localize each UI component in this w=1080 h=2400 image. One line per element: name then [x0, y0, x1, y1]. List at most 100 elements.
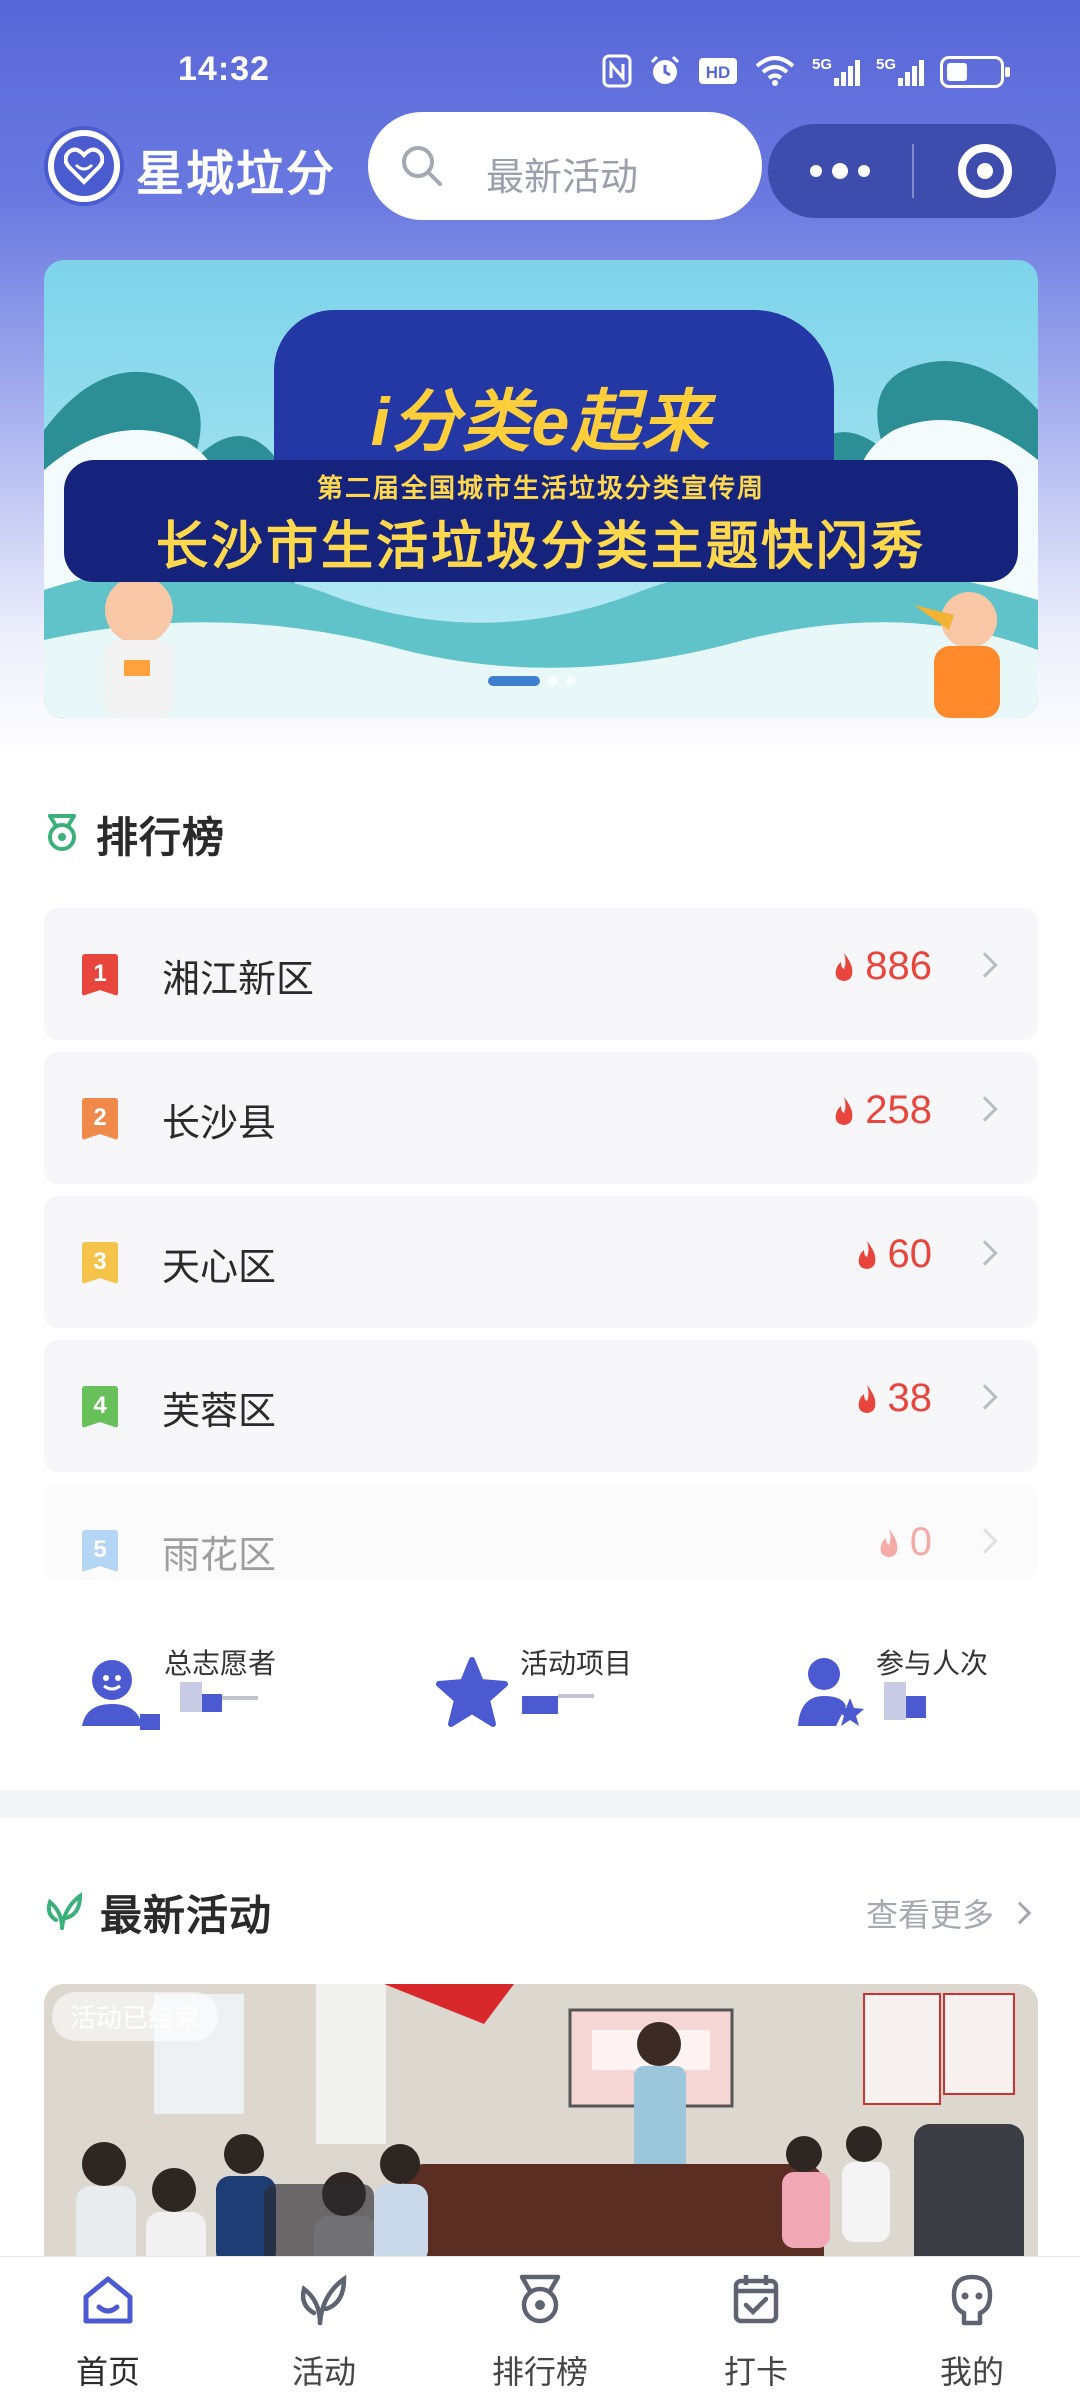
- flame-icon: [835, 1096, 853, 1125]
- rank-district-name: 天心区: [162, 1247, 277, 1289]
- search-icon: [398, 142, 446, 195]
- latest-section-header: 最新活动: [44, 1882, 272, 1942]
- tab-checkin-label: 打卡: [723, 2354, 788, 2390]
- tab-activity[interactable]: 活动: [216, 2257, 432, 2400]
- tab-profile[interactable]: 我的: [864, 2257, 1080, 2400]
- carousel-dot-active[interactable]: [488, 676, 540, 686]
- rank-score: 60: [854, 1232, 933, 1277]
- rank-score: 258: [831, 1088, 932, 1133]
- wifi-icon: [754, 54, 796, 90]
- rank-score: 38: [854, 1376, 932, 1421]
- stat-volunteers: 总志愿者: [80, 1632, 340, 1752]
- app-header: 星城垃分 最新活动: [0, 108, 1080, 224]
- rank-badge: 1: [82, 954, 118, 996]
- tab-profile-label: 我的: [939, 2354, 1004, 2390]
- app-title: 星城垃分: [136, 148, 337, 201]
- calendar-check-icon: [728, 2271, 784, 2332]
- medal-icon: [44, 812, 80, 857]
- volunteer-icon: [80, 1654, 162, 1739]
- carousel-indicator: [488, 676, 576, 686]
- banner-carousel[interactable]: i分类e起来 第二届全国城市生活垃圾分类宣传周 长沙市生活垃圾分类主题快闪秀: [44, 260, 1038, 718]
- banner-slogan: i分类e起来: [370, 384, 712, 460]
- stat-participants-value-redacted: [884, 1682, 926, 1720]
- stat-participants: 参与人次: [796, 1632, 1056, 1752]
- search-input[interactable]: 最新活动: [368, 112, 762, 220]
- ranking-section-header: 排行榜: [44, 804, 225, 864]
- chevron-right-icon: [972, 952, 998, 978]
- alarm-icon: [648, 54, 682, 90]
- banner-title: 长沙市生活垃圾分类主题快闪秀: [155, 518, 926, 576]
- rank-badge: 2: [82, 1098, 118, 1140]
- stat-volunteers-value-redacted: [180, 1682, 258, 1718]
- tab-home-label: 首页: [75, 2354, 140, 2390]
- status-icons: HD 5G 5G: [602, 52, 1010, 92]
- sprout-icon: [296, 2271, 352, 2332]
- stat-projects-label: 活动项目: [520, 1648, 633, 1679]
- close-button[interactable]: [914, 124, 1056, 218]
- signal-5g-icon: 5G: [876, 54, 924, 90]
- latest-title: 最新活动: [100, 1891, 273, 1939]
- heart-icon: [54, 136, 114, 196]
- stat-volunteers-label: 总志愿者: [164, 1648, 277, 1679]
- star-icon: [436, 1656, 508, 1733]
- rank-score: 0: [876, 1520, 932, 1565]
- network-type-2: 5G: [876, 56, 896, 73]
- chevron-right-icon: [972, 1096, 998, 1122]
- more-dot-icon: [810, 165, 822, 177]
- view-more-label: 查看更多: [865, 1897, 994, 1933]
- tab-home[interactable]: 首页: [0, 2257, 216, 2400]
- rank-badge: 5: [82, 1530, 118, 1572]
- rank-badge: 3: [82, 1242, 118, 1284]
- tab-ranking-label: 排行榜: [491, 2354, 588, 2390]
- ranking-row[interactable]: 3 天心区 60: [44, 1196, 1038, 1328]
- tab-checkin[interactable]: 打卡: [648, 2257, 864, 2400]
- rank-score-value: 886: [865, 944, 932, 988]
- chevron-right-icon: [972, 1528, 998, 1554]
- nfc-icon: [602, 54, 632, 90]
- stat-projects: 活动项目: [436, 1632, 696, 1752]
- sprout-icon: [44, 1890, 84, 1935]
- chevron-right-icon: [972, 1240, 998, 1266]
- home-icon: [80, 2271, 136, 2332]
- status-bar: 14:32 HD 5G 5G: [0, 40, 1080, 104]
- ranking-row[interactable]: 4 芙蓉区 38: [44, 1340, 1038, 1472]
- stat-projects-value-redacted: [522, 1682, 594, 1718]
- ranking-title: 排行榜: [96, 813, 226, 861]
- rank-score-value: 258: [865, 1088, 932, 1132]
- section-divider: [0, 1790, 1080, 1818]
- app-logo: [44, 126, 124, 206]
- tab-ranking[interactable]: 排行榜: [432, 2257, 648, 2400]
- target-icon: [958, 144, 1012, 198]
- battery-icon: [940, 56, 1010, 88]
- network-type-1: 5G: [812, 56, 832, 73]
- medal-icon: [512, 2271, 568, 2332]
- rank-district-name: 长沙县: [162, 1103, 277, 1145]
- rank-score-value: 0: [909, 1520, 932, 1564]
- carousel-dot[interactable]: [548, 676, 558, 686]
- ranking-row[interactable]: 1 湘江新区 886: [44, 908, 1038, 1040]
- hd-text: HD: [706, 63, 731, 82]
- app-page: 14:32 HD 5G 5G 星城垃分 最新活动 i分类e起来 第二届全国城市生…: [0, 0, 1080, 2400]
- stats-row: 总志愿者 活动项目 参与人次: [0, 1632, 1080, 1752]
- tab-activity-label: 活动: [291, 2354, 356, 2390]
- hd-icon: HD: [698, 54, 738, 90]
- rank-district-name: 雨花区: [162, 1535, 277, 1577]
- view-more-link[interactable]: 查看更多: [865, 1890, 1032, 1936]
- bottom-tab-bar: 首页 活动 排行榜 打卡 我的: [0, 2256, 1080, 2400]
- rank-district-name: 芙蓉区: [162, 1391, 277, 1433]
- flame-icon: [858, 1384, 875, 1413]
- ranking-row[interactable]: 2 长沙县 258: [44, 1052, 1038, 1184]
- flame-icon: [835, 952, 853, 981]
- stat-participants-label: 参与人次: [876, 1648, 989, 1679]
- rank-badge: 4: [82, 1386, 118, 1428]
- signal-5g-icon: 5G: [812, 54, 860, 90]
- more-dot-icon: [832, 163, 848, 179]
- ranking-row[interactable]: 5 雨花区 0: [44, 1484, 1038, 1580]
- rank-score-value: 60: [887, 1232, 933, 1276]
- carousel-dot[interactable]: [566, 676, 576, 686]
- activity-status-badge: 活动已结束: [52, 1992, 219, 2041]
- user-icon: [944, 2271, 1000, 2332]
- rank-score: 886: [831, 944, 932, 989]
- chevron-right-icon: [1008, 1901, 1032, 1925]
- more-button[interactable]: [768, 124, 912, 218]
